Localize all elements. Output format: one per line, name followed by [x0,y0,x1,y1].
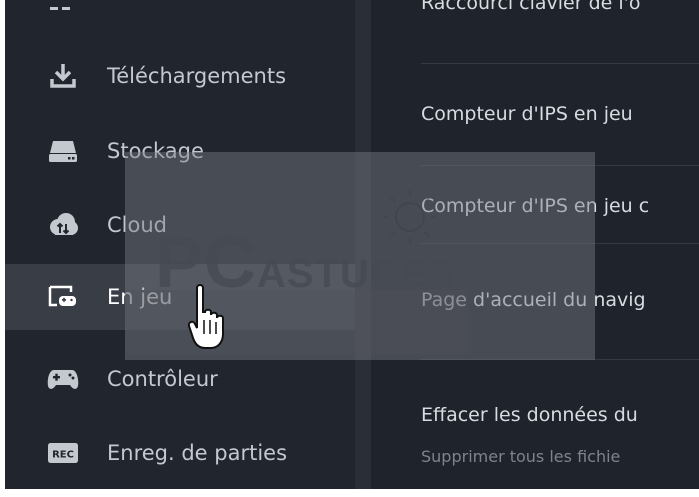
screenshot-border [0,489,699,497]
svg-text:REC: REC [52,450,74,461]
sidebar-item-enreg-de-parties[interactable]: REC Enreg. de parties [5,420,355,486]
sidebar-item-label: Contrôleur [107,367,218,391]
setting-description: Supprimer tous les fichie [421,447,621,466]
sidebar-item-label: Enreg. de parties [107,441,288,465]
sidebar-item-partial[interactable] [5,0,355,36]
in-game-icon [43,279,83,315]
lightbulb-icon [383,190,437,244]
row-separator [421,63,699,64]
setting-row-partial[interactable]: Raccourci clavier de l'o [421,0,641,14]
rec-icon: REC [43,435,83,471]
gamepad-icon [43,361,83,397]
cloud-sync-icon [43,207,83,243]
sidebar-item-label: Téléchargements [107,64,287,88]
settings-window: Téléchargements Stockage Cloud En jeu Co… [5,0,699,489]
setting-row-ips-counter[interactable]: Compteur d'IPS en jeu [421,103,633,125]
hand-cursor-icon [187,284,224,349]
setting-row-clear-data[interactable]: Effacer les données du [421,404,638,426]
download-icon [43,58,83,94]
partial-icon [43,0,83,21]
sidebar-item-telechargements[interactable]: Téléchargements [5,43,355,109]
drive-icon [43,133,83,169]
